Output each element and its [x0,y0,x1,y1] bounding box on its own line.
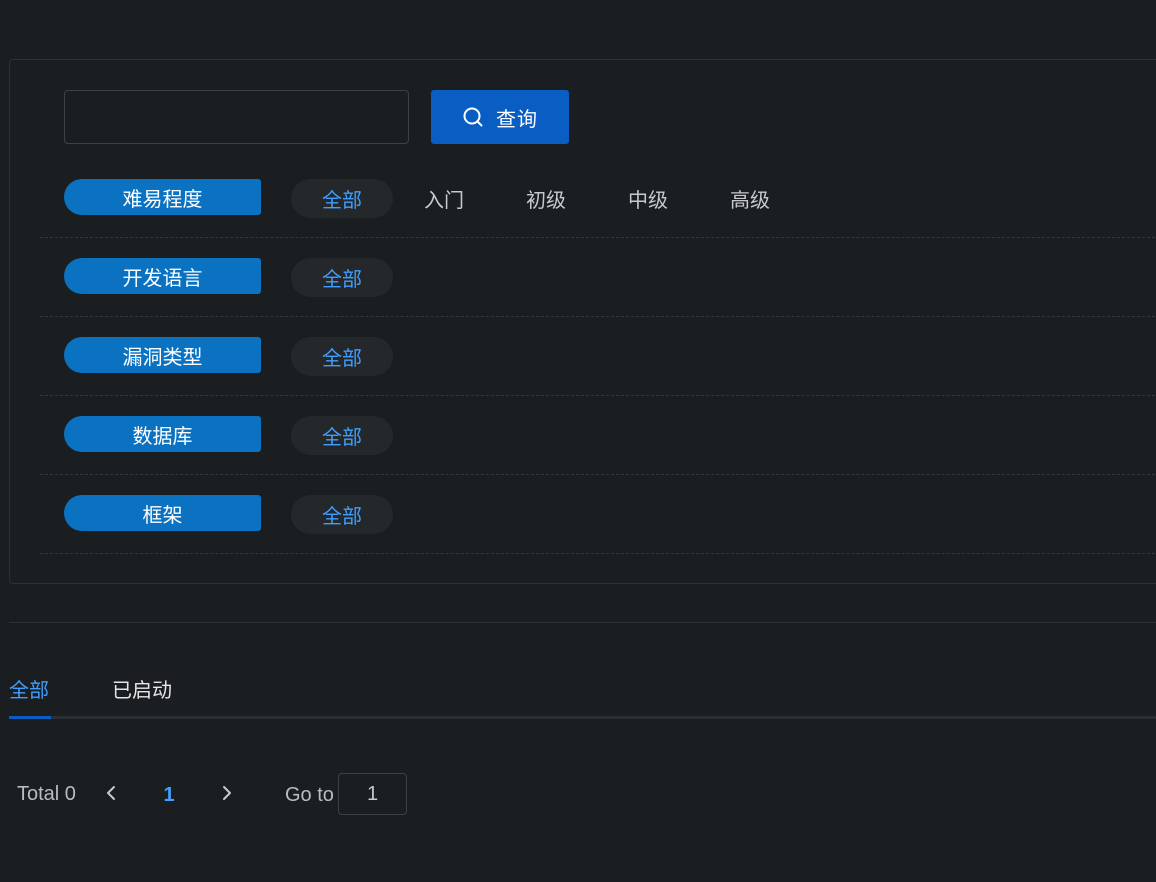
option-difficulty-intermediate[interactable]: 中级 [597,179,699,218]
section-divider [9,622,1156,623]
filter-row-difficulty: 难易程度 全部 入门 初级 中级 高级 [40,159,1156,238]
filter-row-language: 开发语言 全部 [40,238,1156,317]
pagination-total: Total 0 [17,783,76,805]
option-language-all[interactable]: 全部 [291,258,393,297]
filter-label-vuln-type: 漏洞类型 [64,337,261,373]
search-button[interactable]: 查询 [431,90,569,144]
filter-label-database: 数据库 [64,416,261,452]
option-framework-all[interactable]: 全部 [291,495,393,534]
filter-label-language: 开发语言 [64,258,261,294]
search-input[interactable] [64,90,409,144]
option-difficulty-advanced[interactable]: 高级 [699,179,801,218]
option-vuln-type-all[interactable]: 全部 [291,337,393,376]
option-difficulty-beginner[interactable]: 入门 [393,179,495,218]
chevron-right-icon [220,784,234,806]
search-button-label: 查询 [496,106,538,131]
tabs: 全部 已启动 [9,668,1156,719]
search-icon [462,106,484,128]
filter-row-vuln-type: 漏洞类型 全部 [40,317,1156,396]
pagination-goto-input[interactable] [338,773,407,815]
tab-all[interactable]: 全部 [9,674,49,703]
filter-row-database: 数据库 全部 [40,396,1156,475]
filter-row-framework: 框架 全部 [40,475,1156,554]
tab-active-indicator [9,716,51,719]
filter-label-difficulty: 难易程度 [64,179,261,215]
filter-label-framework: 框架 [64,495,261,531]
option-difficulty-all[interactable]: 全部 [291,179,393,218]
pagination-prev-button[interactable] [94,778,128,812]
option-database-all[interactable]: 全部 [291,416,393,455]
option-difficulty-elementary[interactable]: 初级 [495,179,597,218]
pagination-goto-label: Go to [285,784,334,806]
pagination-next-button[interactable] [210,778,244,812]
pagination-page-1[interactable]: 1 [152,778,186,812]
tab-started[interactable]: 已启动 [112,674,172,703]
chevron-left-icon [104,784,118,806]
tabs-track [9,716,1156,719]
